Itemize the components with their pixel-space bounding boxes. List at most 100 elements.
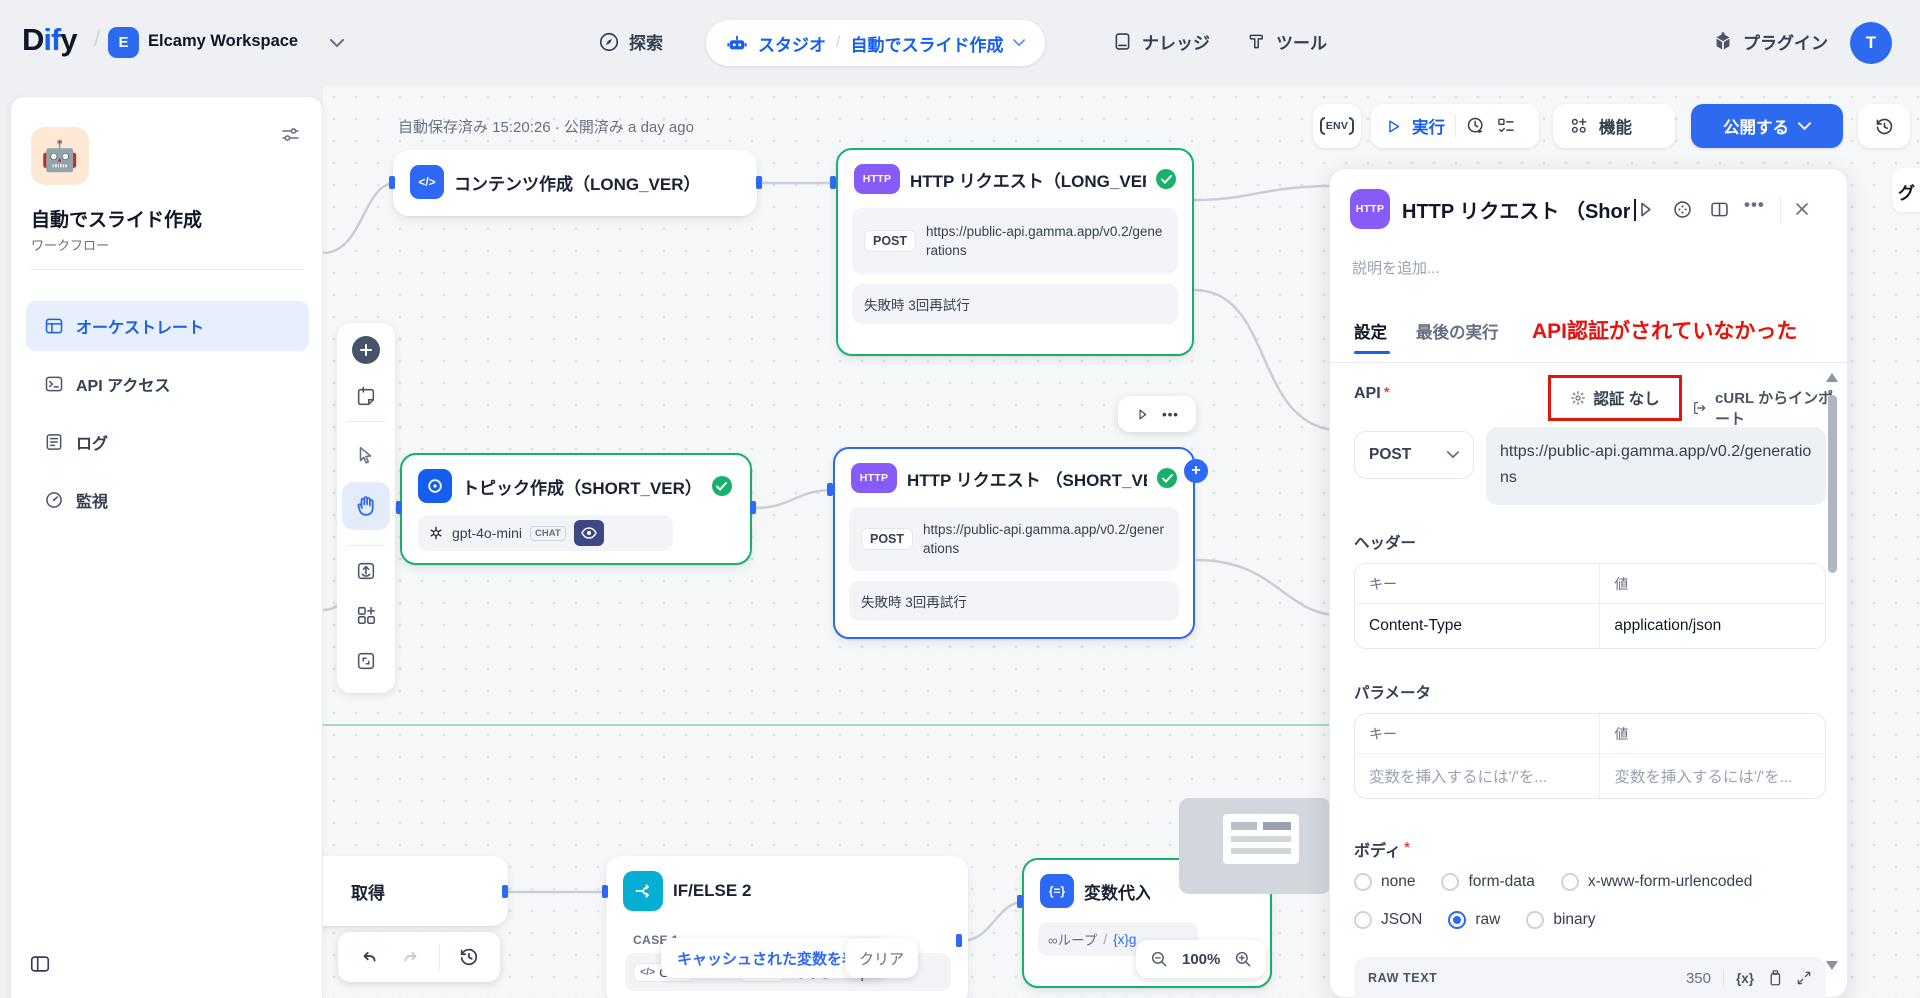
- zoom-out-icon[interactable]: [1150, 950, 1168, 968]
- body-type-row1: none form-data x-www-form-urlencoded: [1354, 873, 1752, 891]
- app-settings-icon[interactable]: [280, 124, 301, 145]
- more-options-icon[interactable]: •••: [1162, 407, 1179, 422]
- workspace-avatar[interactable]: E: [108, 27, 139, 58]
- zoom-control[interactable]: 100%: [1136, 940, 1266, 978]
- sidebar-item-label: オーケストレート: [76, 314, 204, 338]
- node-http-long[interactable]: HTTP HTTP リクエスト（LONG_VER） POST https://p…: [836, 148, 1194, 356]
- header-key-cell[interactable]: Content-Type: [1355, 604, 1599, 648]
- canvas-tool-palette: [337, 323, 395, 693]
- undo-icon[interactable]: [359, 946, 381, 968]
- sidebar-item-logs[interactable]: ログ: [26, 417, 309, 467]
- curl-import-button[interactable]: cURL からインポート: [1692, 387, 1847, 429]
- header-value-cell[interactable]: application/json: [1599, 604, 1825, 648]
- zoom-level[interactable]: 100%: [1182, 951, 1220, 968]
- add-next-node-button[interactable]: +: [1184, 459, 1208, 483]
- fit-view-icon[interactable]: [355, 650, 377, 672]
- orchestrate-icon: [44, 316, 64, 336]
- run-node-icon[interactable]: [1135, 407, 1150, 422]
- workflow-history-button[interactable]: [1858, 104, 1910, 148]
- zoom-in-icon[interactable]: [1234, 950, 1252, 968]
- method-badge: POST: [864, 230, 916, 252]
- split-view-icon[interactable]: [1709, 199, 1730, 220]
- nav-explore[interactable]: 探索: [598, 29, 663, 54]
- pointer-tool-icon[interactable]: [355, 444, 377, 466]
- sidebar-item-label: 監視: [76, 488, 108, 512]
- radio-x-www-form-urlencoded[interactable]: x-www-form-urlencoded: [1561, 873, 1753, 891]
- hammer-icon: [1246, 31, 1267, 52]
- description-placeholder[interactable]: 説明を追加...: [1352, 257, 1440, 278]
- add-node-button[interactable]: [352, 336, 380, 364]
- radio-json[interactable]: JSON: [1354, 911, 1422, 929]
- blocks-organize-icon[interactable]: [355, 604, 377, 626]
- checklist-icon[interactable]: [1496, 116, 1516, 136]
- method-select[interactable]: POST: [1354, 431, 1474, 479]
- request-url: https://public-api.gamma.app/v0.2/genera…: [926, 222, 1166, 260]
- import-dsl-icon[interactable]: [355, 560, 377, 582]
- node-retry-row: 失敗時 3回再試行: [849, 581, 1179, 621]
- clear-button[interactable]: クリア: [845, 938, 918, 978]
- nav-plugins[interactable]: プラグイン: [1712, 29, 1828, 54]
- auth-none-button[interactable]: 認証 なし: [1593, 387, 1659, 409]
- table-header-value: 値: [1599, 564, 1825, 604]
- param-key-input[interactable]: 変数を挿入するには'/'を...: [1355, 754, 1599, 798]
- insert-variable-icon[interactable]: {x}: [1736, 971, 1754, 986]
- path-slash: /: [1103, 932, 1107, 947]
- breadcrumb-app-name[interactable]: 自動でスライド作成: [850, 31, 1003, 56]
- scrollbar-up-arrow[interactable]: [1826, 373, 1838, 382]
- sidebar-item-orchestrate[interactable]: オーケストレート: [26, 301, 309, 351]
- node-http-short[interactable]: HTTP HTTP リクエスト （SHORT_VER） POST https:/…: [833, 447, 1195, 639]
- publish-button[interactable]: 公開する: [1691, 104, 1843, 148]
- tab-studio[interactable]: スタジオ: [758, 31, 826, 56]
- node-title-input[interactable]: HTTP リクエスト （Short: [1402, 195, 1630, 224]
- node-topic-short[interactable]: トピック作成（SHORT_VER） gpt-4o-mini CHAT: [400, 453, 752, 565]
- sidebar-item-api-access[interactable]: API アクセス: [26, 359, 309, 409]
- focus-target-icon[interactable]: [1672, 199, 1693, 220]
- http-icon: HTTP: [851, 463, 897, 493]
- play-icon[interactable]: [1385, 118, 1402, 135]
- param-value-input[interactable]: 変数を挿入するには'/'を...: [1599, 754, 1825, 798]
- run-node-icon[interactable]: [1635, 199, 1656, 220]
- nav-studio-pill[interactable]: スタジオ / 自動でスライド作成: [706, 20, 1045, 66]
- copy-icon[interactable]: [1766, 969, 1784, 987]
- redo-icon[interactable]: [399, 946, 421, 968]
- url-input[interactable]: https://public-api.gamma.app/v0.2/genera…: [1486, 427, 1826, 505]
- tab-last-run[interactable]: 最後の実行: [1416, 319, 1499, 343]
- model-chip[interactable]: gpt-4o-mini CHAT: [418, 515, 673, 551]
- node-hover-toolbar[interactable]: •••: [1118, 396, 1196, 432]
- more-options-icon[interactable]: •••: [1744, 195, 1765, 215]
- table-header-value: 値: [1599, 714, 1825, 754]
- radio-form-data[interactable]: form-data: [1441, 873, 1534, 891]
- chevron-down-icon[interactable]: [330, 39, 344, 48]
- features-button[interactable]: 機能: [1553, 104, 1675, 148]
- hand-tool-active[interactable]: [342, 482, 390, 530]
- dify-logo[interactable]: Dify: [22, 22, 77, 58]
- version-history-icon[interactable]: [458, 946, 480, 968]
- nav-knowledge[interactable]: ナレッジ: [1112, 29, 1210, 54]
- collapse-sidebar-icon[interactable]: [29, 953, 51, 975]
- table-header-key: キー: [1355, 564, 1599, 604]
- add-note-icon[interactable]: [355, 386, 377, 408]
- mini-table-graphic: [1223, 814, 1299, 864]
- chevron-down-icon[interactable]: [1013, 39, 1025, 47]
- nav-tools[interactable]: ツール: [1246, 29, 1327, 54]
- radio-none[interactable]: none: [1354, 873, 1415, 891]
- run-history-icon[interactable]: [1466, 116, 1486, 136]
- sidebar-item-monitoring[interactable]: 監視: [26, 475, 309, 525]
- scrollbar-thumb[interactable]: [1828, 395, 1837, 573]
- radio-raw-selected[interactable]: raw: [1448, 911, 1500, 929]
- node-fetch[interactable]: 取得: [323, 856, 508, 926]
- code-icon: </>: [640, 966, 655, 978]
- env-variables-button[interactable]: ENV: [1313, 104, 1361, 148]
- radio-binary[interactable]: binary: [1526, 911, 1595, 929]
- success-check-icon: [1156, 169, 1176, 189]
- close-icon[interactable]: [1792, 199, 1812, 219]
- workspace-name[interactable]: Elcamy Workspace: [148, 32, 298, 51]
- user-avatar[interactable]: T: [1850, 22, 1892, 64]
- scrollbar-down-arrow[interactable]: [1826, 961, 1838, 970]
- tab-settings[interactable]: 設定: [1354, 319, 1387, 343]
- expand-icon[interactable]: [1796, 970, 1812, 986]
- edge: [1194, 290, 1333, 430]
- partially-hidden-node[interactable]: グ: [1892, 168, 1920, 212]
- node-content-long[interactable]: </> コンテンツ作成（LONG_VER）: [393, 150, 757, 216]
- run-button[interactable]: 実行: [1412, 114, 1445, 138]
